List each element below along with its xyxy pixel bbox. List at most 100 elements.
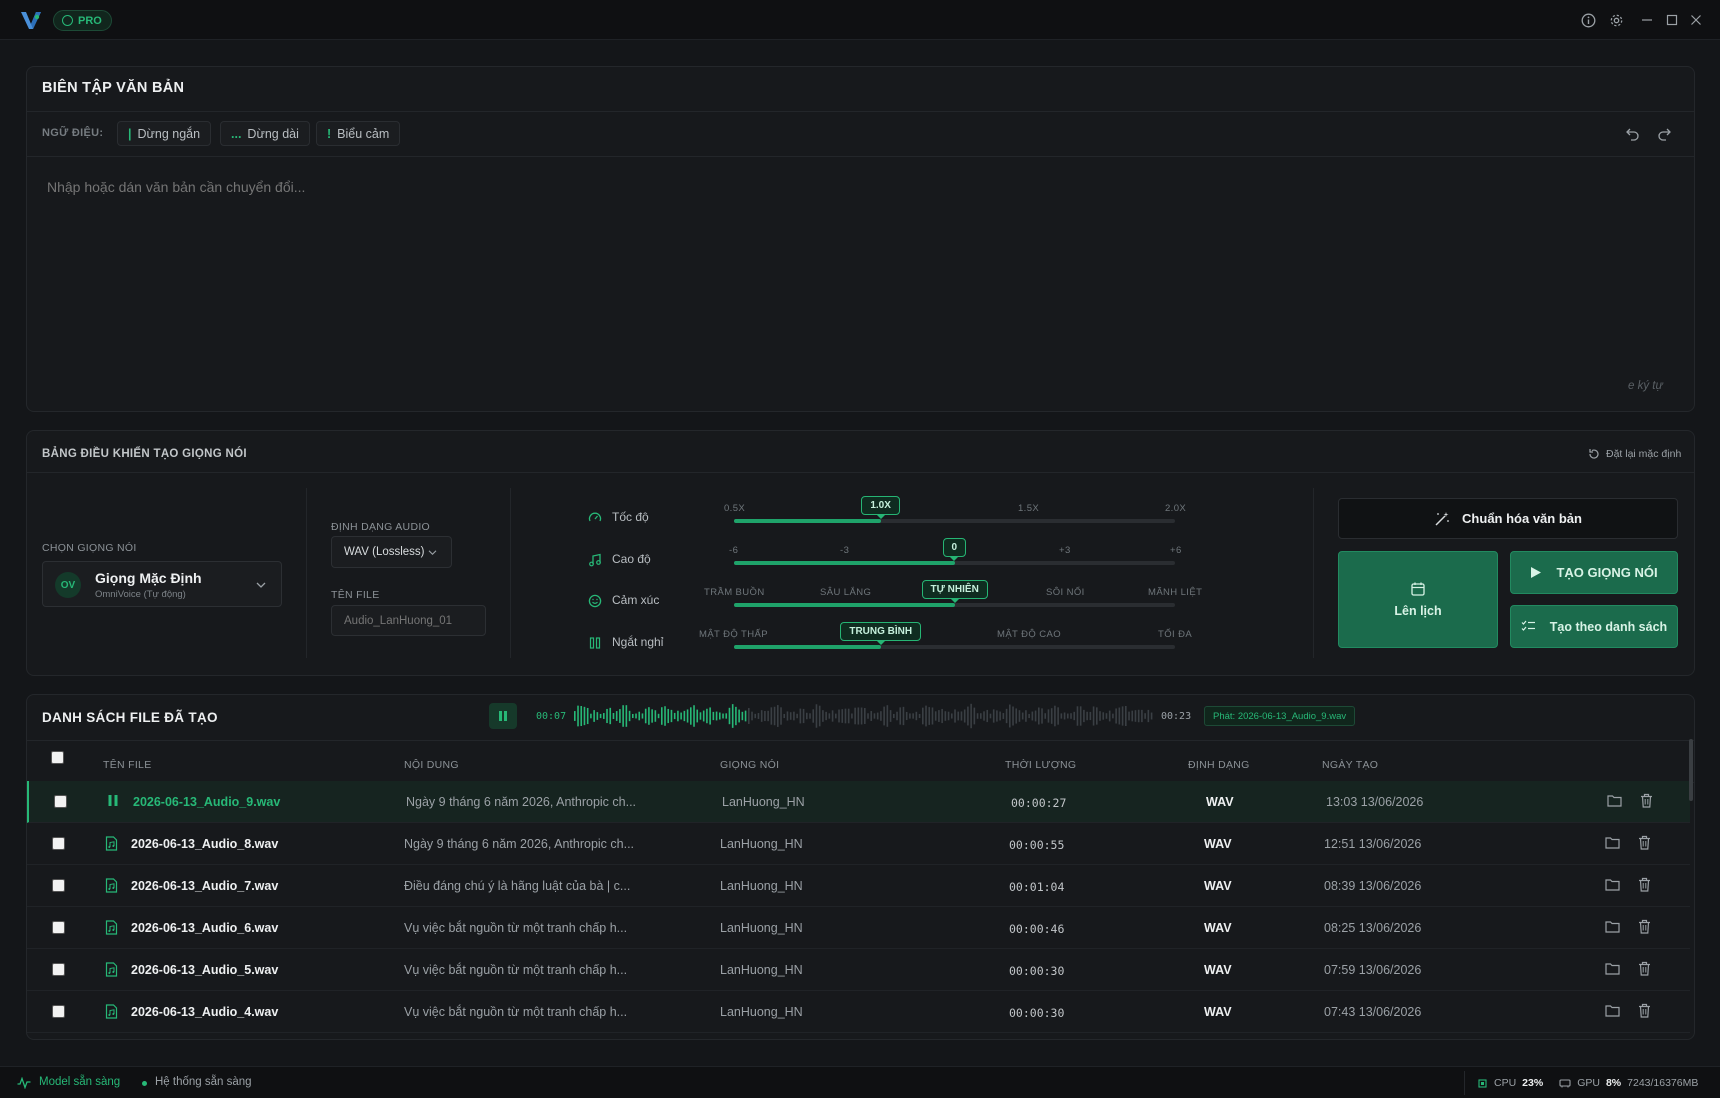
- folder-icon[interactable]: [1605, 920, 1620, 936]
- header-format[interactable]: ĐỊNH DẠNG: [1188, 759, 1250, 771]
- chevron-down-icon: [428, 550, 437, 556]
- speed-slider[interactable]: [734, 519, 1175, 523]
- generate-voice-button[interactable]: TẠO GIỌNG NÓI: [1510, 551, 1678, 594]
- header-content[interactable]: NỘI DUNG: [404, 759, 459, 771]
- text-editor-input[interactable]: [27, 157, 1693, 377]
- waveform-bar: [1009, 704, 1011, 728]
- header-duration[interactable]: THỜI LƯỢNG: [1005, 759, 1076, 771]
- folder-icon[interactable]: [1605, 836, 1620, 852]
- table-row[interactable]: 2026-06-13_Audio_4.wav Vụ việc bắt nguồn …: [27, 991, 1690, 1033]
- waveform-bar: [1018, 710, 1021, 722]
- folder-icon[interactable]: [1605, 962, 1620, 978]
- waveform-bar: [1131, 710, 1134, 722]
- waveform-bar: [690, 707, 692, 725]
- waveform-bar: [986, 709, 989, 723]
- redo-icon[interactable]: [1656, 125, 1672, 141]
- waveform-bar: [731, 704, 734, 728]
- speed-value-bubble[interactable]: 1.0X: [861, 496, 900, 519]
- format-select[interactable]: WAV (Lossless): [331, 536, 452, 568]
- emotion-tick: SÔI NỔI: [1046, 587, 1085, 598]
- row-format: WAV: [1206, 795, 1234, 809]
- gear-icon[interactable]: [1608, 12, 1624, 28]
- pause-tick: MẬT ĐỘ CAO: [997, 629, 1061, 640]
- chip-long-pause[interactable]: ... Dừng dài: [220, 121, 310, 146]
- row-duration: 00:00:27: [1011, 796, 1067, 810]
- waveform-bar: [677, 710, 679, 722]
- filename-input[interactable]: [331, 605, 486, 636]
- table-row[interactable]: 2026-06-13_Audio_8.wav Ngày 9 tháng 6 năm…: [27, 823, 1690, 865]
- trash-icon[interactable]: [1638, 919, 1651, 937]
- voice-select[interactable]: OV Giọng Mặc Định OmniVoice (Tự động): [42, 561, 282, 607]
- emotion-slider[interactable]: [734, 603, 1175, 607]
- close-icon[interactable]: [1688, 12, 1704, 28]
- info-icon[interactable]: [1580, 12, 1596, 28]
- waveform-bar: [1070, 713, 1072, 719]
- pitch-value-bubble[interactable]: 0: [942, 538, 967, 561]
- waveform-bar: [580, 705, 583, 727]
- trash-icon[interactable]: [1638, 835, 1651, 853]
- folder-icon[interactable]: [1605, 878, 1620, 894]
- waveform-bar: [670, 709, 673, 723]
- row-checkbox[interactable]: [52, 921, 65, 934]
- smile-icon: [588, 594, 602, 608]
- pause-slider[interactable]: [734, 645, 1175, 649]
- waveform-bar: [1002, 713, 1005, 719]
- schedule-button[interactable]: Lên lịch: [1338, 551, 1498, 648]
- pause-icon: [499, 711, 507, 721]
- audio-waveform[interactable]: [574, 702, 1154, 730]
- trash-icon[interactable]: [1638, 877, 1651, 895]
- waveform-bar: [1099, 711, 1101, 721]
- trash-icon[interactable]: [1640, 793, 1653, 811]
- select-all-checkbox[interactable]: [51, 751, 64, 764]
- waveform-bar: [651, 709, 653, 723]
- row-checkbox[interactable]: [52, 1005, 65, 1018]
- char-count: e ký tự: [1628, 380, 1663, 392]
- folder-icon[interactable]: [1607, 794, 1622, 810]
- maximize-icon[interactable]: [1664, 12, 1680, 28]
- batch-generate-button[interactable]: Tạo theo danh sách: [1510, 605, 1678, 648]
- folder-icon[interactable]: [1605, 1004, 1620, 1020]
- waveform-bar: [1031, 711, 1034, 721]
- table-scrollbar[interactable]: [1689, 739, 1693, 801]
- waveform-bar: [612, 712, 615, 720]
- pause-value-bubble[interactable]: TRUNG BÌNH: [840, 622, 922, 645]
- chip-short-pause[interactable]: | Dừng ngắn: [117, 121, 212, 146]
- pitch-slider[interactable]: [734, 561, 1175, 565]
- chip-expressive[interactable]: ! Biểu cảm: [316, 121, 401, 146]
- emotion-value-bubble[interactable]: TỰ NHIÊN: [921, 580, 988, 603]
- table-row[interactable]: 2026-06-13_Audio_6.wav Vụ việc bắt nguồn …: [27, 907, 1690, 949]
- minimize-icon[interactable]: [1639, 12, 1655, 28]
- emotion-tick: SÂU LẮNG: [820, 587, 872, 598]
- normalize-text-button[interactable]: Chuẩn hóa văn bản: [1338, 498, 1678, 539]
- header-name[interactable]: TÊN FILE: [103, 759, 152, 771]
- trash-icon[interactable]: [1638, 1003, 1651, 1021]
- waveform-bar: [938, 710, 940, 722]
- reset-default-button[interactable]: Đặt lại mặc định: [1588, 448, 1681, 460]
- row-checkbox[interactable]: [54, 795, 67, 808]
- row-date: 13:03 13/06/2026: [1326, 795, 1424, 809]
- row-checkbox[interactable]: [52, 837, 65, 850]
- waveform-bar: [1125, 705, 1127, 727]
- table-row[interactable]: 2026-06-13_Audio_9.wav Ngày 9 tháng 6 năm…: [27, 781, 1690, 823]
- waveform-bar: [799, 708, 802, 724]
- waveform-bar: [622, 705, 624, 727]
- trash-icon[interactable]: [1638, 961, 1651, 979]
- row-checkbox[interactable]: [52, 963, 65, 976]
- audio-file-icon: [105, 836, 118, 854]
- waveform-bar: [606, 708, 608, 724]
- player-pause-button[interactable]: [489, 703, 517, 729]
- cpu-icon: [1478, 1078, 1487, 1088]
- undo-icon[interactable]: [1624, 125, 1640, 141]
- playing-icon[interactable]: [107, 794, 119, 810]
- table-row[interactable]: 2026-06-13_Audio_5.wav Vụ việc bắt nguồn …: [27, 949, 1690, 991]
- table-row[interactable]: 2026-06-13_Audio_7.wav Điều đáng chú ý là…: [27, 865, 1690, 907]
- waveform-bar: [757, 713, 760, 719]
- waveform-bar: [1063, 712, 1066, 720]
- waveform-bar: [1021, 712, 1024, 720]
- file-list-title: DANH SÁCH FILE ĐÃ TẠO: [42, 710, 218, 725]
- row-checkbox[interactable]: [52, 879, 65, 892]
- header-voice[interactable]: GIỌNG NÓI: [720, 759, 779, 771]
- header-date[interactable]: NGÀY TẠO: [1322, 759, 1378, 771]
- control-title: BẢNG ĐIỀU KHIỂN TẠO GIỌNG NÓI: [42, 448, 247, 460]
- waveform-bar: [963, 709, 966, 723]
